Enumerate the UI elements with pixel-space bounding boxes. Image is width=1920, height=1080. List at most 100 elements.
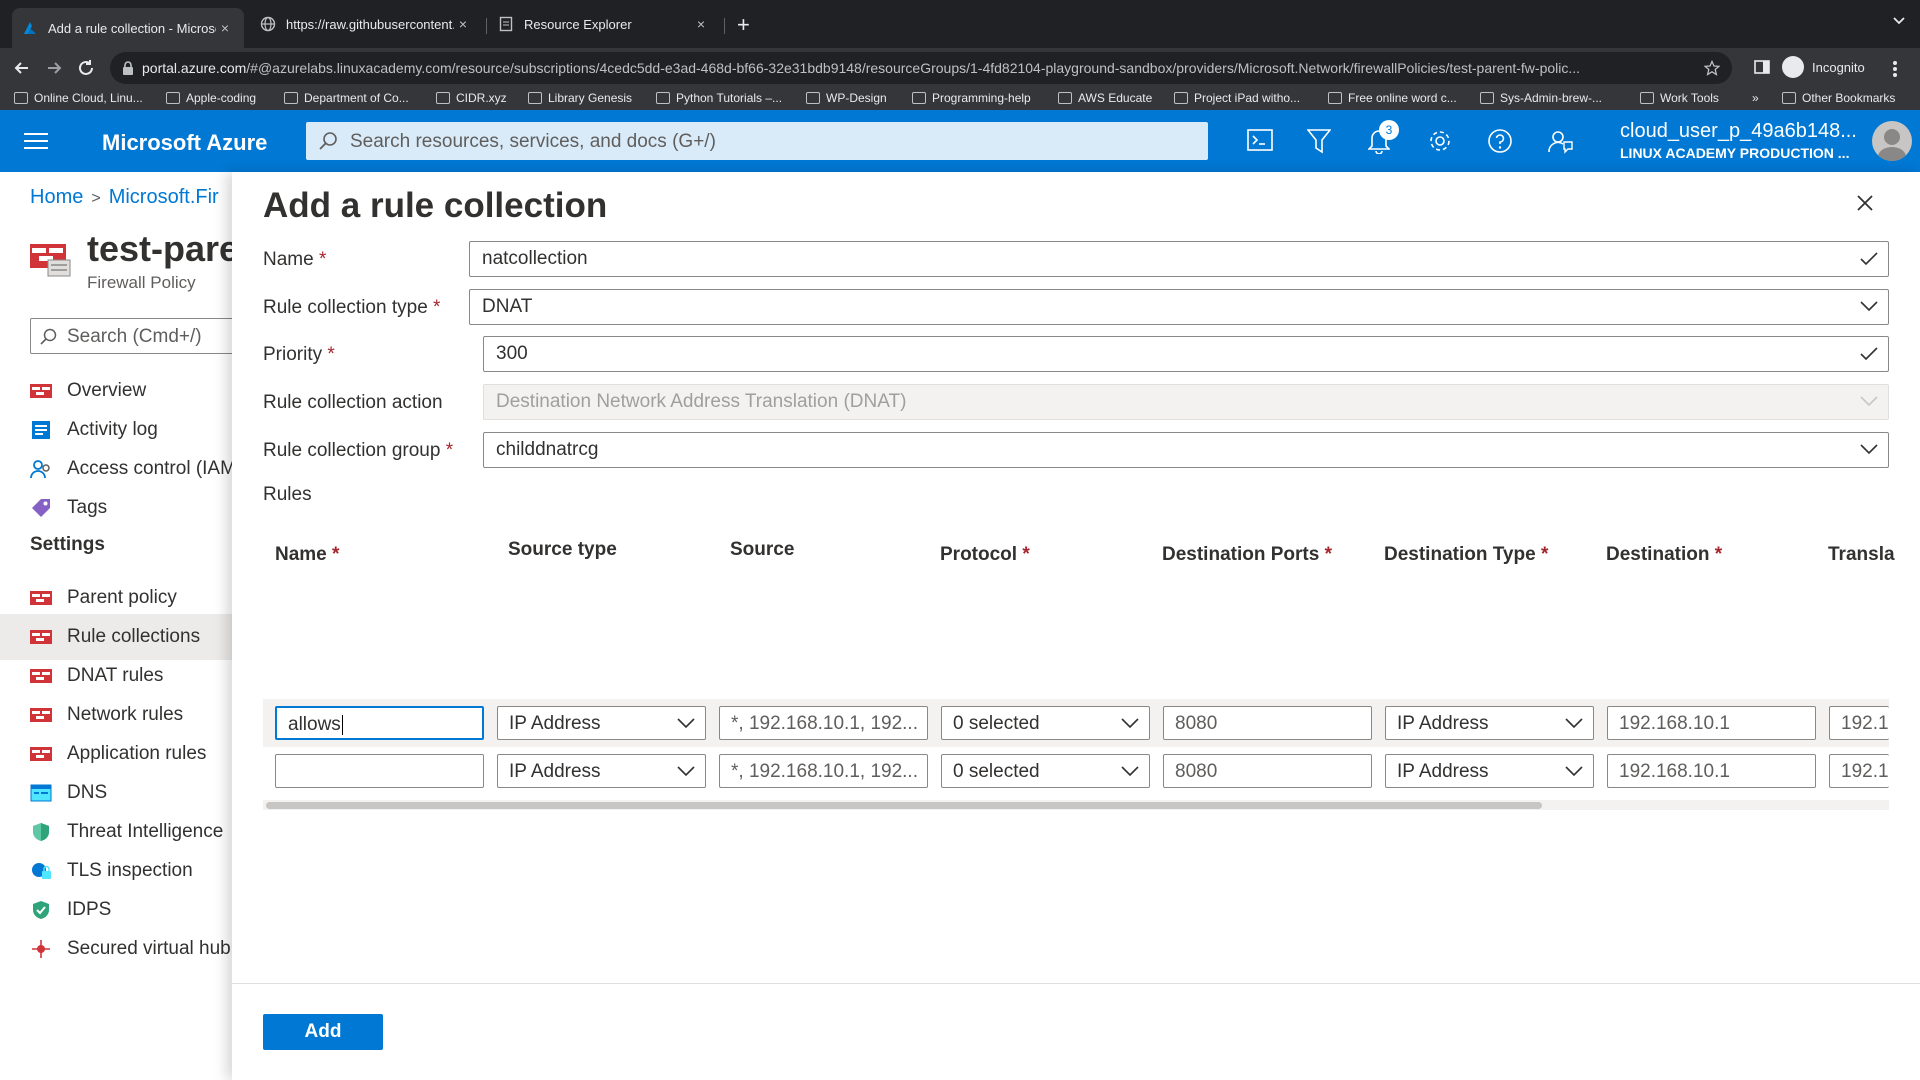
global-search-input[interactable]: Search resources, services, and docs (G+… xyxy=(306,122,1208,160)
search-placeholder: Search resources, services, and docs (G+… xyxy=(350,131,716,152)
azure-top-bar: Microsoft Azure Search resources, servic… xyxy=(0,110,1920,172)
globe-icon xyxy=(260,16,276,32)
other-bookmarks[interactable]: Other Bookmarks xyxy=(1782,91,1895,105)
bookmark-item[interactable]: Project iPad witho... xyxy=(1174,91,1300,105)
more-menu-icon[interactable] xyxy=(1892,60,1898,78)
priority-input[interactable]: 300 xyxy=(483,336,1889,372)
rule-collection-type-dropdown[interactable]: DNAT xyxy=(469,289,1889,325)
protocol-dropdown[interactable]: 0 selected xyxy=(941,706,1150,740)
destination-type-value: IP Address xyxy=(1397,761,1489,782)
shield-check-icon xyxy=(33,901,49,919)
reload-icon[interactable] xyxy=(76,58,96,78)
directory-filter-icon[interactable] xyxy=(1307,128,1331,154)
incognito-icon xyxy=(1782,56,1804,78)
avatar[interactable] xyxy=(1872,121,1912,161)
source-type-dropdown[interactable]: IP Address xyxy=(497,754,706,788)
browser-tab-active[interactable]: Add a rule collection - Microso × xyxy=(12,8,244,48)
bookmark-item[interactable]: WP-Design xyxy=(806,91,887,105)
column-header-translated: Transla xyxy=(1828,544,1895,565)
site-icon xyxy=(436,92,450,104)
destination-input[interactable]: 192.168.10.1 xyxy=(1607,754,1816,788)
tab-close-icon[interactable]: × xyxy=(454,16,472,32)
tab-close-icon[interactable]: × xyxy=(216,20,234,36)
translated-address-input[interactable]: 192.1 xyxy=(1829,706,1889,740)
dns-icon xyxy=(30,784,52,802)
scrollbar-thumb[interactable] xyxy=(266,802,1542,809)
breadcrumb-item[interactable]: Microsoft.Fir xyxy=(109,186,219,208)
site-icon xyxy=(1328,92,1342,104)
bookmark-star-icon[interactable] xyxy=(1704,60,1720,76)
bookmark-item[interactable]: Library Genesis xyxy=(528,91,632,105)
rule-collection-group-dropdown[interactable]: childdnatrcg xyxy=(483,432,1889,468)
folder-icon xyxy=(806,92,820,104)
incognito-indicator[interactable]: Incognito xyxy=(1782,56,1865,78)
bookmark-item[interactable]: AWS Educate xyxy=(1058,91,1152,105)
settings-gear-icon[interactable] xyxy=(1427,128,1453,154)
destination-input[interactable]: 192.168.10.1 xyxy=(1607,706,1816,740)
menu-search-placeholder: Search (Cmd+/) xyxy=(67,326,202,347)
name-label: Name * xyxy=(263,249,327,270)
new-tab-button[interactable]: + xyxy=(737,12,750,38)
hamburger-menu-icon[interactable] xyxy=(24,132,48,150)
feedback-icon[interactable] xyxy=(1547,128,1573,154)
help-question-icon[interactable] xyxy=(1487,128,1513,154)
bookmark-item[interactable]: Apple-coding xyxy=(166,91,256,105)
menu-item-tags[interactable]: Tags xyxy=(0,485,232,531)
column-header-name: Name * xyxy=(275,544,340,565)
folder-icon xyxy=(166,92,180,104)
bookmarks-overflow-button[interactable]: » xyxy=(1752,91,1759,105)
checkmark-icon xyxy=(1860,252,1878,266)
chevron-down-icon[interactable] xyxy=(1892,14,1906,28)
account-menu[interactable]: cloud_user_p_49a6b148... LINUX ACADEMY P… xyxy=(1620,120,1857,161)
rule-name-input[interactable]: allows xyxy=(275,706,484,740)
menu-item-secured-virtual-hubs[interactable]: Secured virtual hub xyxy=(0,926,232,972)
protocol-dropdown[interactable]: 0 selected xyxy=(941,754,1150,788)
activity-log-icon xyxy=(32,421,50,439)
close-icon[interactable] xyxy=(1856,194,1874,212)
source-type-value: IP Address xyxy=(509,761,601,782)
destination-type-dropdown[interactable]: IP Address xyxy=(1385,754,1594,788)
menu-search-input[interactable]: Search (Cmd+/) xyxy=(30,318,232,354)
forward-arrow-icon[interactable] xyxy=(44,58,64,78)
bookmark-item[interactable]: Python Tutorials –... xyxy=(656,91,782,105)
bookmark-label: CIDR.xyz xyxy=(456,91,507,105)
add-button[interactable]: Add xyxy=(263,1014,383,1050)
protocol-value: 0 selected xyxy=(953,761,1040,782)
text-caret xyxy=(341,714,343,735)
source-input[interactable]: *, 192.168.10.1, 192... xyxy=(719,754,928,788)
bookmark-item[interactable]: Programming-help xyxy=(912,91,1031,105)
source-input[interactable]: *, 192.168.10.1, 192... xyxy=(719,706,928,740)
azure-brand[interactable]: Microsoft Azure xyxy=(102,130,267,156)
menu-item-label: DNS xyxy=(67,782,108,803)
back-arrow-icon[interactable] xyxy=(12,58,32,78)
bookmark-item[interactable]: CIDR.xyz xyxy=(436,91,507,105)
menu-item-label: Overview xyxy=(67,380,147,401)
destination-ports-input[interactable]: 8080 xyxy=(1163,706,1372,740)
menu-item-label: Rule collections xyxy=(67,626,201,647)
bookmark-item[interactable]: Sys-Admin-brew-... xyxy=(1480,91,1602,105)
destination-ports-input[interactable]: 8080 xyxy=(1163,754,1372,788)
translated-address-input[interactable]: 192.1 xyxy=(1829,754,1889,788)
destination-value: 192.168.10.1 xyxy=(1619,713,1730,734)
bookmark-item[interactable]: Online Cloud, Linu... xyxy=(14,91,143,105)
type-label: Rule collection type * xyxy=(263,297,441,318)
browser-tab[interactable]: Resource Explorer × xyxy=(488,10,720,38)
sidebar-panel-icon[interactable] xyxy=(1754,59,1770,75)
tab-separator xyxy=(486,18,487,34)
cloud-shell-icon[interactable] xyxy=(1247,128,1273,152)
column-header-source: Source xyxy=(730,539,795,560)
tab-close-icon[interactable]: × xyxy=(692,16,710,32)
translated-address-value: 192.1 xyxy=(1841,761,1889,782)
bookmark-item[interactable]: Work Tools xyxy=(1640,91,1719,105)
bookmark-item[interactable]: Free online word c... xyxy=(1328,91,1457,105)
bookmark-item[interactable]: Department of Co... xyxy=(284,91,409,105)
browser-tab[interactable]: https://raw.githubusercontent... × xyxy=(250,10,482,38)
source-type-dropdown[interactable]: IP Address xyxy=(497,706,706,740)
action-label: Rule collection action xyxy=(263,392,443,413)
address-bar[interactable]: portal.azure.com/#@azurelabs.linuxacadem… xyxy=(110,52,1732,84)
destination-type-dropdown[interactable]: IP Address xyxy=(1385,706,1594,740)
menu-item-label: Access control (IAM) xyxy=(67,458,232,479)
rule-name-input[interactable] xyxy=(275,754,484,788)
collection-name-input[interactable]: natcollection xyxy=(469,241,1889,277)
breadcrumb-home[interactable]: Home xyxy=(30,186,83,208)
